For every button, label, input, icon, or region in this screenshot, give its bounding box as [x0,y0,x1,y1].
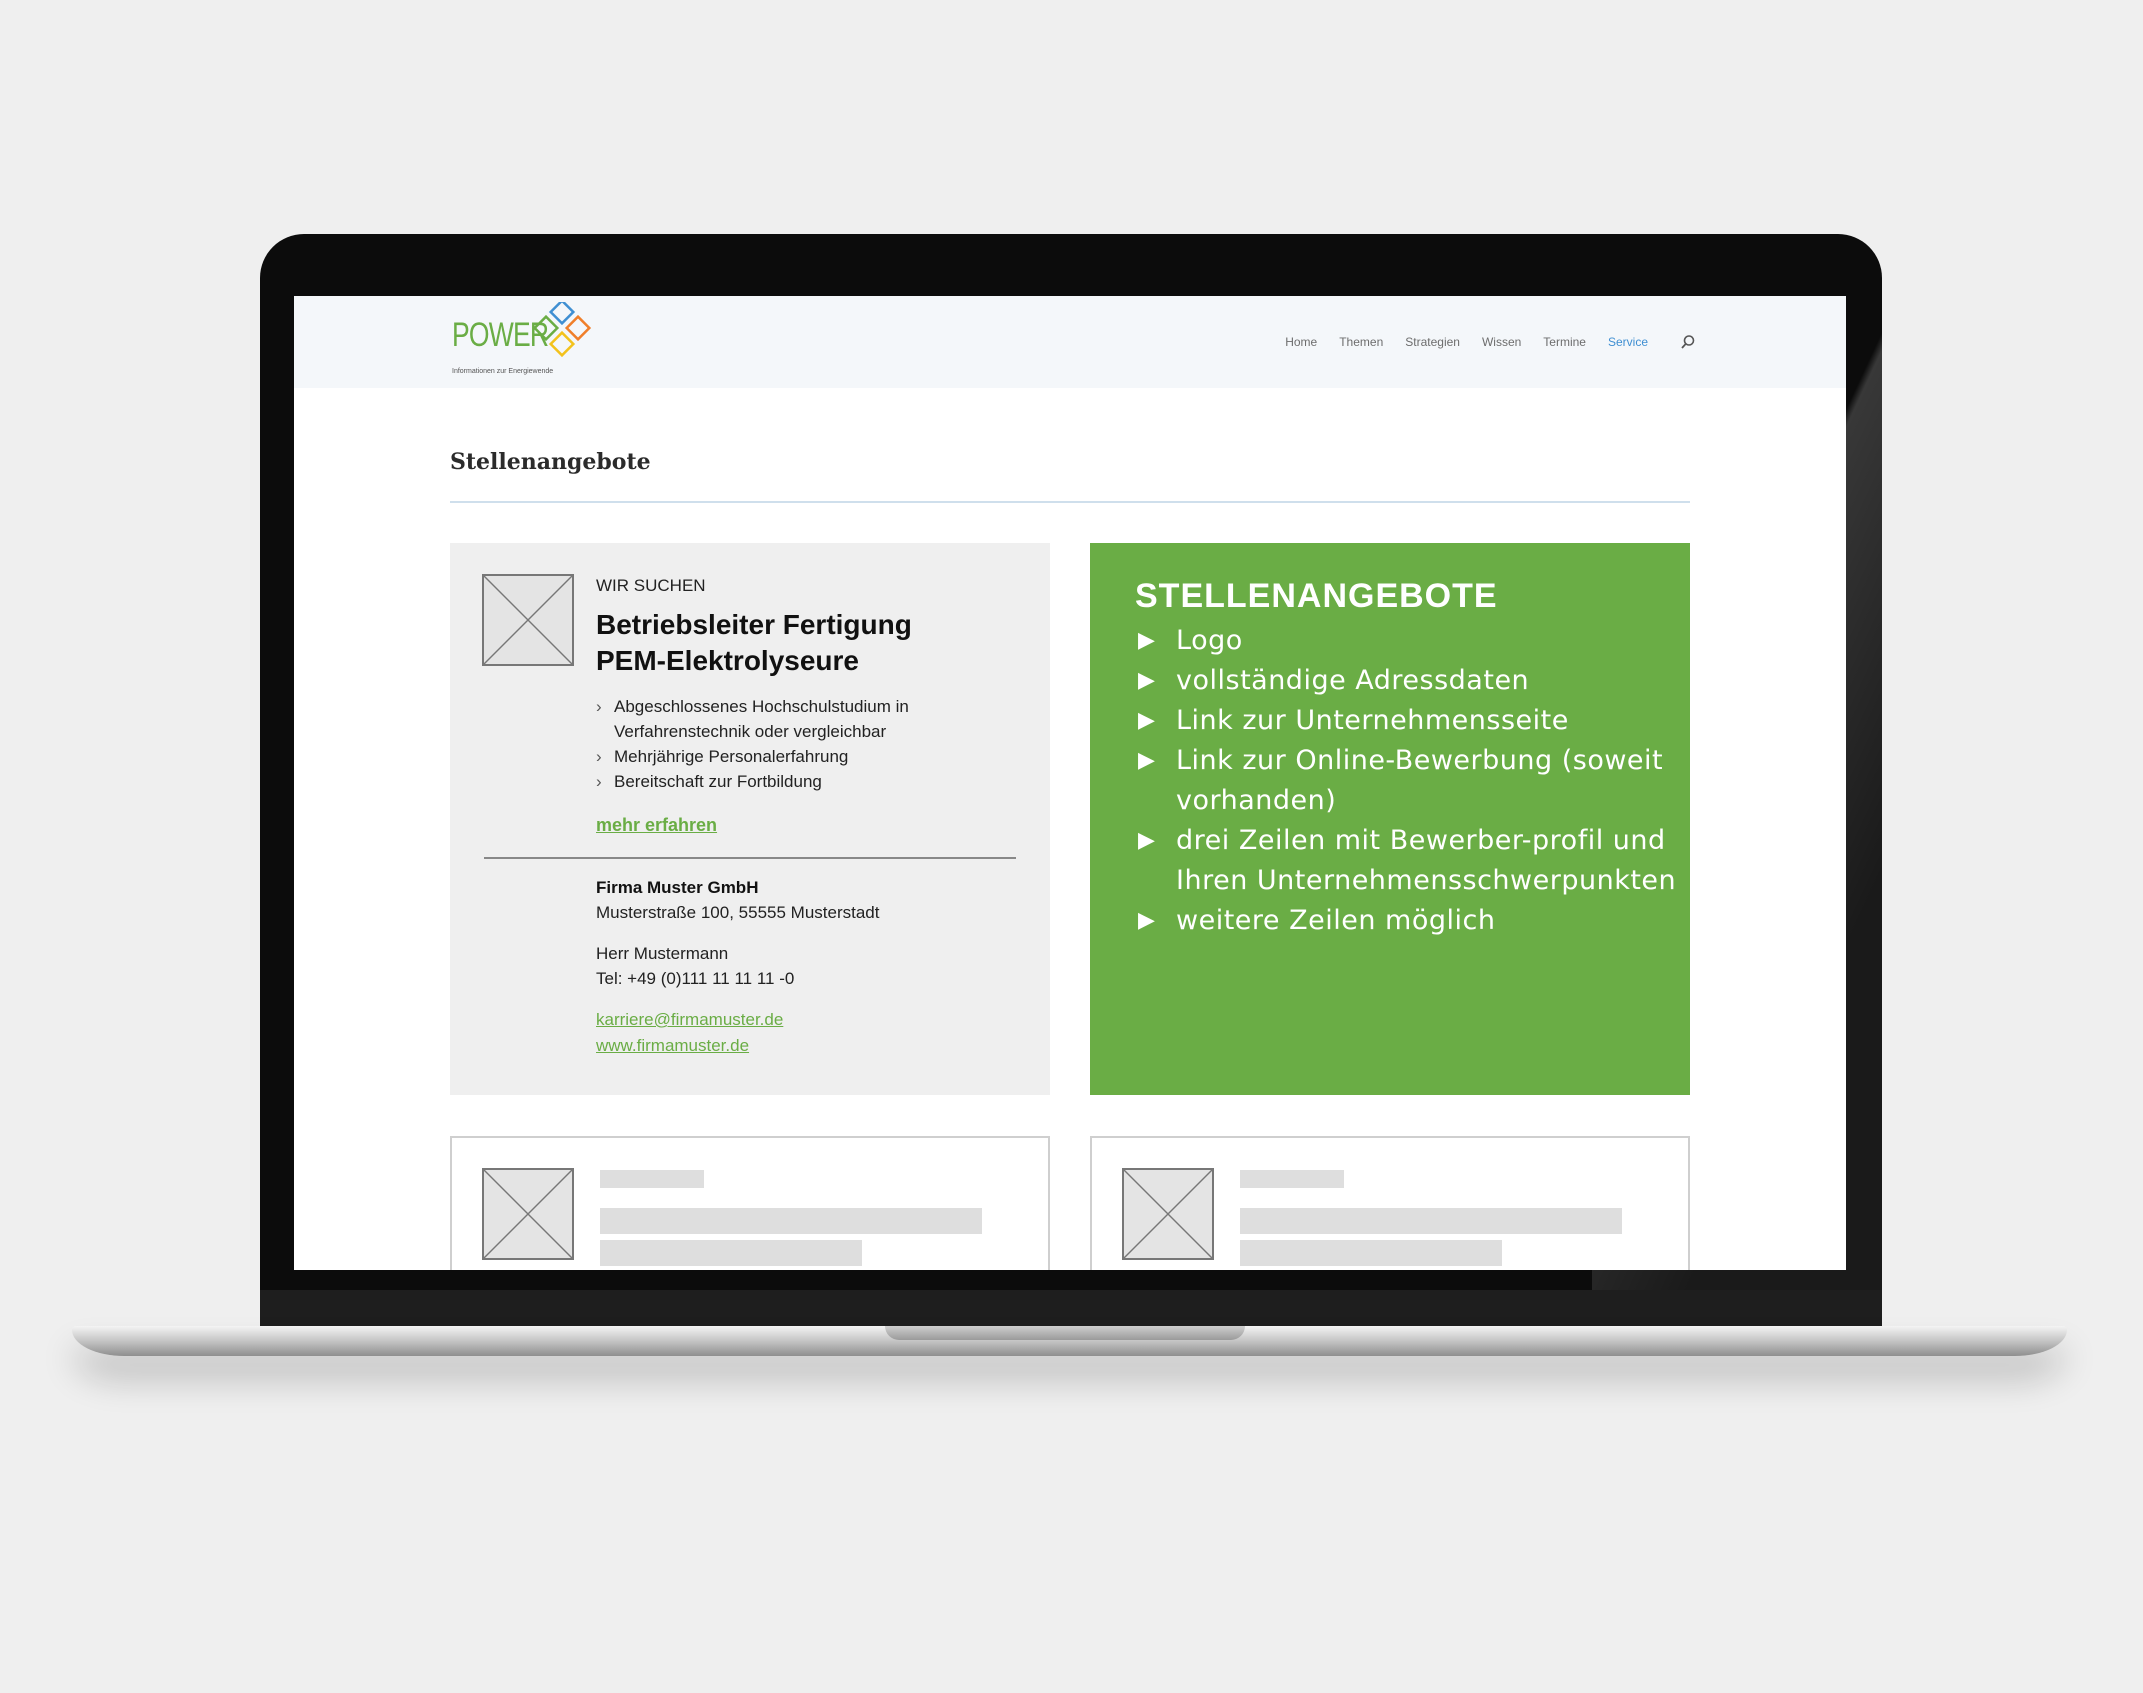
company-website-link[interactable]: www.firmamuster.de [596,1036,749,1056]
placeholder-bar [1240,1208,1622,1234]
placeholder-bar [1240,1240,1502,1266]
contact-person: Herr Mustermann [596,944,729,963]
info-item: weitere Zeilen möglich [1138,901,1678,941]
job-eyebrow: WIR SUCHEN [596,576,706,595]
laptop-notch [885,1326,1245,1340]
info-item: drei Zeilen mit Bewerber-profil und Ihre… [1138,821,1678,901]
more-info-link[interactable]: mehr erfahren [596,815,717,836]
nav-themen[interactable]: Themen [1339,335,1383,349]
search-icon[interactable] [1680,334,1696,350]
job-requirements: Abgeschlossenes Hochschulstudium in Verf… [596,694,1016,794]
placeholder-card-right [1090,1136,1690,1270]
requirement-item: Bereitschaft zur Fortbildung [596,769,1016,794]
info-item: Link zur Online-Bewerbung (soweit vorhan… [1138,741,1678,821]
company-name: Firma Muster GmbH [596,878,759,897]
nav-service[interactable]: Service [1608,335,1648,349]
image-placeholder-icon [1122,1168,1214,1260]
placeholder-bar [600,1208,982,1234]
info-title: STELLENANGEBOTE [1135,577,1498,615]
job-title-line-2: PEM-Elektrolyseure [596,645,859,676]
info-item: Link zur Unternehmensseite [1138,701,1678,741]
nav-home[interactable]: Home [1285,335,1317,349]
laptop-chin [260,1290,1882,1326]
info-box: STELLENANGEBOTE Logo vollständige Adress… [1090,543,1690,1095]
company-address: Musterstraße 100, 55555 Musterstadt [596,903,880,922]
info-item: vollständige Adressdaten [1138,661,1678,701]
company-logo-placeholder-icon [482,574,574,666]
contact-phone: Tel: +49 (0)111 11 11 11 -0 [596,969,795,988]
laptop-screen: POWER Informationen zur Energiewende Hom… [294,296,1846,1270]
contact-email-link[interactable]: karriere@firmamuster.de [596,1010,783,1030]
image-placeholder-icon [482,1168,574,1260]
placeholder-bar [1240,1170,1344,1188]
placeholder-bar [600,1240,862,1266]
card-divider [484,857,1016,859]
logo-diamonds-icon [534,302,592,358]
job-title: Betriebsleiter Fertigung PEM-Elektrolyse… [596,607,912,679]
nav-termine[interactable]: Termine [1543,335,1586,349]
job-listing-card: WIR SUCHEN Betriebsleiter Fertigung PEM-… [450,543,1050,1095]
nav-strategien[interactable]: Strategien [1405,335,1460,349]
job-title-line-1: Betriebsleiter Fertigung [596,609,912,640]
nav-wissen[interactable]: Wissen [1482,335,1521,349]
main-nav: Home Themen Strategien Wissen Termine Se… [1285,334,1696,350]
requirement-item: Mehrjährige Personalerfahrung [596,744,1016,769]
requirement-item: Abgeschlossenes Hochschulstudium in Verf… [596,694,1016,744]
logo-tagline: Informationen zur Energiewende [452,368,554,375]
info-list: Logo vollständige Adressdaten Link zur U… [1138,621,1678,941]
site-header: POWER Informationen zur Energiewende Hom… [294,296,1846,388]
page-title: Stellenangebote [450,449,651,475]
info-item: Logo [1138,621,1678,661]
placeholder-bar [600,1170,704,1188]
placeholder-card-left [450,1136,1050,1270]
title-divider [450,501,1690,503]
